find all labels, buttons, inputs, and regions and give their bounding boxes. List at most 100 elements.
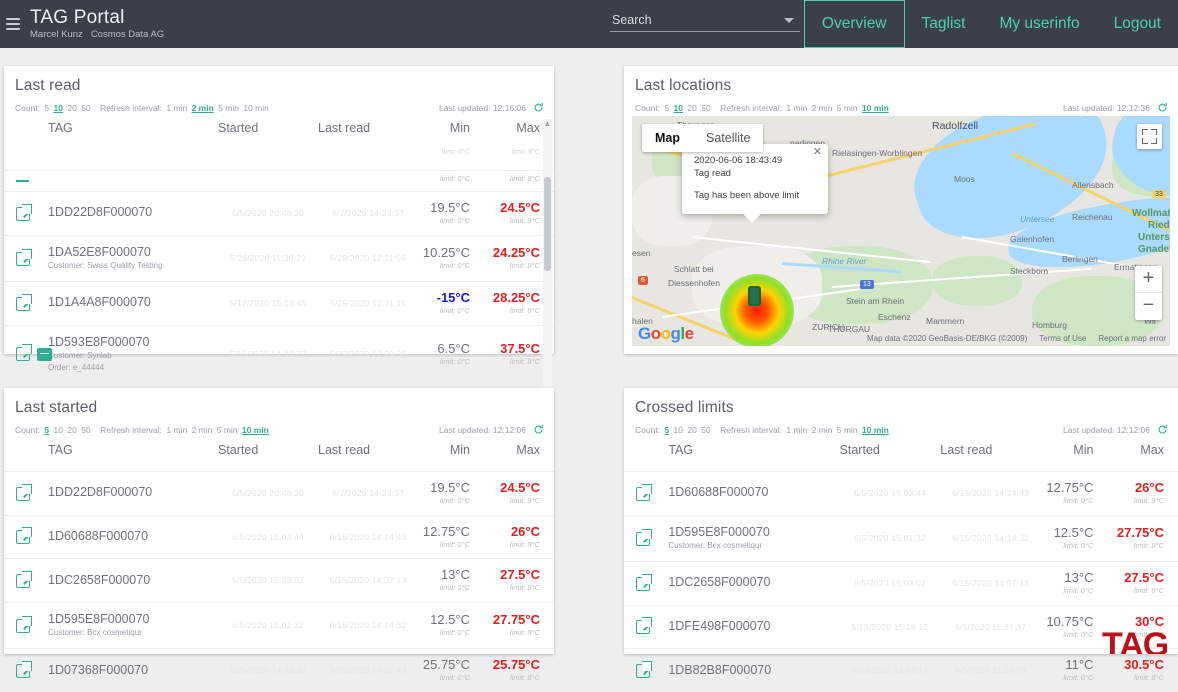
th-tag[interactable]: TAG	[668, 441, 839, 472]
terms-of-use-link[interactable]: Terms of Use	[1039, 334, 1086, 343]
tag-id[interactable]: 1D595E8F000070	[668, 525, 839, 541]
open-external-icon[interactable]	[16, 570, 32, 588]
tag-id[interactable]: 1DD22D8F000070	[48, 485, 218, 501]
open-external-icon[interactable]	[636, 573, 652, 591]
tag-id[interactable]: 1D1A4A8F000070	[48, 295, 218, 311]
refresh-option-5min[interactable]: 5 min	[217, 425, 238, 435]
scrollbar-thumb[interactable]	[544, 177, 551, 271]
refresh-option-2min[interactable]: 2 min	[812, 425, 833, 435]
refresh-option-10min[interactable]: 10 min	[862, 103, 889, 113]
tag-id[interactable]: 1DC2658F000070	[48, 573, 218, 589]
count-option-10[interactable]: 10	[54, 103, 63, 113]
count-option-20[interactable]: 20	[67, 425, 76, 435]
table-row[interactable]: 1DA52E8F000070 Customer: Swiss Quality Te…	[4, 235, 554, 281]
refresh-option-5min[interactable]: 5 min	[837, 425, 858, 435]
refresh-option-5min[interactable]: 5 min	[218, 103, 239, 113]
scroll-up-arrow-icon[interactable]: ▲	[543, 119, 552, 129]
th-min[interactable]: Min	[418, 441, 484, 472]
table-row[interactable]: 1D07368F000070 5/26/2020 14:32:32 5/26/202…	[4, 648, 554, 692]
count-option-50[interactable]: 50	[81, 103, 90, 113]
count-option-10[interactable]: 10	[674, 103, 683, 113]
open-external-icon[interactable]	[636, 528, 652, 546]
table-row[interactable]: 1DC2658F000070 6/5/2020 15:03:02 6/15/2020…	[4, 558, 554, 603]
refresh-option-5min[interactable]: 5 min	[837, 103, 858, 113]
refresh-icon[interactable]	[1157, 424, 1168, 435]
nav-link-my-userinfo[interactable]: My userinfo	[982, 0, 1096, 48]
open-external-icon[interactable]	[16, 660, 32, 678]
hamburger-menu-icon[interactable]	[4, 14, 26, 34]
th-tag[interactable]: TAG	[48, 119, 218, 171]
th-started[interactable]: Started	[218, 119, 318, 171]
nav-link-overview[interactable]: Overview	[803, 0, 905, 48]
table-row[interactable]: 1D593E8F000070 Customer: Synlab Order: e_4…	[4, 325, 554, 383]
refresh-option-10min[interactable]: 10 min	[242, 425, 269, 435]
open-external-icon[interactable]	[636, 660, 652, 678]
nav-link-logout[interactable]: Logout	[1097, 0, 1178, 48]
open-external-icon[interactable]	[636, 617, 652, 635]
tag-id[interactable]: 1D593E8F000070	[48, 335, 218, 351]
th-last-read[interactable]: Last read	[318, 441, 418, 472]
table-row[interactable]: 1DC2658F000070 6/5/2020 15:03:02 6/15/2020…	[624, 561, 1178, 605]
vertical-scrollbar[interactable]: ▲ ▼	[543, 119, 552, 427]
open-external-icon[interactable]	[16, 344, 32, 362]
refresh-icon[interactable]	[533, 102, 544, 113]
table-row[interactable]: 1D60688F000070 6/5/2020 15:03:44 6/15/2020…	[4, 515, 554, 559]
google-map[interactable]: 13 33 6 14 ThayngennadingenRielasingen-W…	[632, 116, 1170, 346]
count-option-50[interactable]: 50	[81, 425, 90, 435]
zoom-out-button[interactable]: −	[1135, 293, 1162, 320]
th-max[interactable]: Max	[1107, 441, 1178, 472]
refresh-icon[interactable]	[533, 424, 544, 435]
table-scroll-last-read[interactable]: TAG Started Last read Min limit: 0°C Max…	[4, 119, 554, 426]
search-input[interactable]	[610, 10, 800, 32]
th-last-read[interactable]: Last read	[318, 119, 418, 171]
tag-id[interactable]: 1DA52E8F000070	[48, 245, 218, 261]
table-row-partial[interactable]: limit: 0°C limit: 8°C	[4, 170, 554, 192]
count-option-5[interactable]: 5	[44, 425, 49, 435]
tag-id[interactable]: 1D595E8F000070	[48, 612, 218, 628]
zoom-in-button[interactable]: +	[1135, 266, 1162, 293]
count-option-5[interactable]: 5	[44, 103, 49, 113]
table-row[interactable]: 1DB82B8F000070 5/13/2020 19:03:14 6/5/2020…	[624, 648, 1178, 692]
open-external-icon[interactable]	[16, 527, 32, 545]
table-row[interactable]: 1D595E8F000070 Customer: Bcx cosmetiqur 6/…	[4, 602, 554, 648]
tag-id[interactable]: 1D07368F000070	[48, 663, 218, 679]
tag-id[interactable]: 1D60688F000070	[48, 529, 218, 545]
map-type-satellite[interactable]: Satellite	[693, 124, 763, 152]
th-started[interactable]: Started	[840, 441, 941, 472]
refresh-option-2min[interactable]: 2 min	[192, 103, 214, 113]
table-row[interactable]: 1D60688F000070 6/5/2020 15:03:44 6/15/2020…	[624, 471, 1178, 516]
table-row[interactable]: 1DFE498F000070 5/13/2020 15:18:12 6/5/2020…	[624, 605, 1178, 649]
refresh-option-2min[interactable]: 2 min	[192, 425, 213, 435]
tag-location-marker-icon[interactable]	[748, 286, 761, 306]
tag-id[interactable]: 1DB82B8F000070	[668, 663, 839, 679]
table-row[interactable]: 1DD22D8F000070 6/5/2020 20:48:20 6/7/2020 …	[4, 471, 554, 516]
count-option-50[interactable]: 50	[701, 425, 710, 435]
note-badge-icon[interactable]	[37, 347, 52, 361]
refresh-option-1min[interactable]: 1 min	[786, 103, 807, 113]
count-option-10[interactable]: 10	[54, 425, 63, 435]
count-option-50[interactable]: 50	[701, 103, 710, 113]
count-option-20[interactable]: 20	[687, 103, 696, 113]
open-external-icon[interactable]	[16, 203, 32, 221]
count-option-20[interactable]: 20	[67, 103, 76, 113]
th-max[interactable]: Max	[484, 441, 554, 472]
refresh-option-10min[interactable]: 10 min	[862, 425, 889, 435]
map-type-map[interactable]: Map	[642, 124, 693, 152]
close-icon[interactable]: ✕	[813, 147, 822, 158]
refresh-option-1min[interactable]: 1 min	[166, 103, 187, 113]
refresh-option-1min[interactable]: 1 min	[786, 425, 807, 435]
table-row[interactable]: 1D1A4A8F000070 5/12/2020 15:18:45 5/29/202…	[4, 281, 554, 325]
tag-id[interactable]: 1DD22D8F000070	[48, 205, 218, 221]
refresh-icon[interactable]	[1157, 102, 1168, 113]
open-external-icon-clipped[interactable]	[16, 180, 29, 182]
tag-id[interactable]: 1D60688F000070	[668, 485, 839, 501]
open-external-icon[interactable]	[16, 248, 32, 266]
open-external-icon[interactable]	[16, 615, 32, 633]
count-option-5[interactable]: 5	[664, 425, 669, 435]
th-min[interactable]: Min limit: 0°C	[418, 119, 484, 171]
count-option-5[interactable]: 5	[664, 103, 669, 113]
th-started[interactable]: Started	[218, 441, 318, 472]
open-external-icon[interactable]	[16, 293, 32, 311]
count-option-20[interactable]: 20	[687, 425, 696, 435]
th-min[interactable]: Min	[1041, 441, 1107, 472]
